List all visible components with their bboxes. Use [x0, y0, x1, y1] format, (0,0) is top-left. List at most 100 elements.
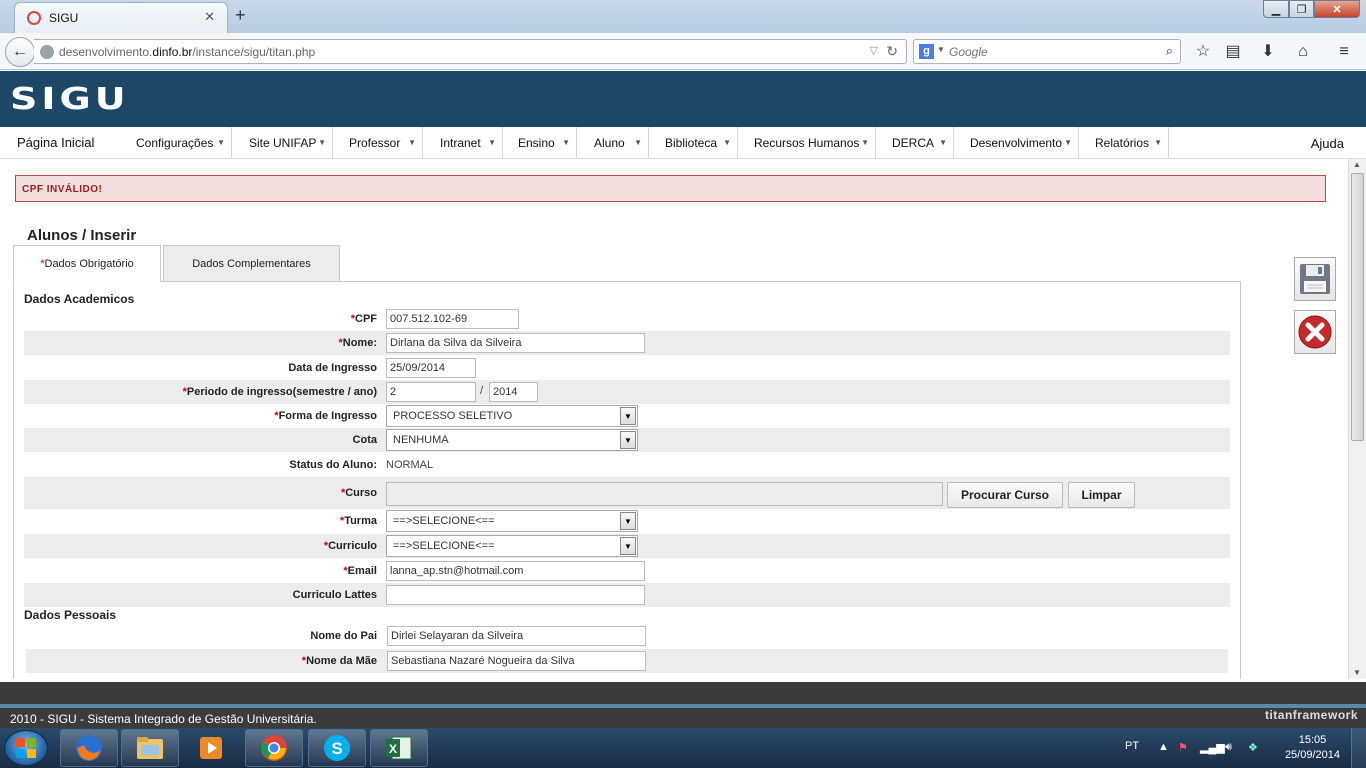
menu-item-aluno[interactable]: Aluno ▼ — [577, 127, 649, 158]
page-scrollbar[interactable]: ▲ ▼ — [1348, 159, 1366, 679]
menu-item-relatorios[interactable]: Relatórios ▼ — [1079, 127, 1169, 158]
minimize-icon[interactable]: ▁ — [1263, 0, 1289, 18]
floppy-disk-icon — [1300, 264, 1330, 294]
tab-close-icon[interactable]: ✕ — [204, 9, 215, 25]
curriculo-lattes-field[interactable] — [386, 585, 645, 605]
page-content: CPF INVÁLIDO! Alunos / Inserir * Dados Ob… — [0, 159, 1348, 679]
reload-icon[interactable]: ↻ — [886, 43, 898, 60]
menu-item-intranet[interactable]: Intranet ▼ — [423, 127, 503, 158]
cota-label: Cota — [352, 434, 377, 446]
cota-select[interactable]: NENHUMA ▼ — [386, 429, 638, 451]
curriculo-select[interactable]: ==>SELECIONE<== ▼ — [386, 535, 638, 557]
save-button[interactable] — [1294, 257, 1336, 301]
browser-nav-bar: ← desenvolvimento.dinfo.br/instance/sigu… — [0, 33, 1366, 70]
new-tab-icon[interactable]: + — [235, 5, 246, 26]
chevron-down-icon[interactable]: ▼ — [620, 512, 636, 530]
back-arrow-icon: ← — [12, 43, 28, 60]
search-bar[interactable]: g ▼ ⌕ — [913, 39, 1181, 64]
row-turma: *Turma ==>SELECIONE<== ▼ — [24, 509, 1230, 533]
tab-dados-obrigatorio[interactable]: * Dados Obrigatório — [13, 245, 161, 282]
menu-item-biblioteca[interactable]: Biblioteca ▼ — [649, 127, 738, 158]
chevron-down-icon[interactable]: ▼ — [620, 431, 636, 449]
procurar-curso-button[interactable]: Procurar Curso — [947, 482, 1063, 508]
signal-icon[interactable]: ▂▄▆ — [1200, 741, 1225, 754]
folder-icon — [137, 737, 163, 759]
menu-item-ensino[interactable]: Ensino ▼ — [503, 127, 577, 158]
show-desktop-button[interactable] — [1351, 728, 1366, 768]
forma-ingresso-label: *Forma de Ingresso — [274, 410, 377, 422]
menu-item-professor[interactable]: Professor ▼ — [333, 127, 423, 158]
address-bar[interactable]: desenvolvimento.dinfo.br/instance/sigu/t… — [34, 39, 907, 64]
menu-item-derca[interactable]: DERCA ▼ — [876, 127, 954, 158]
tab-dados-complementares[interactable]: Dados Complementares — [163, 245, 340, 282]
main-menu: Página Inicial Configurações ▼ Site UNIFA… — [0, 127, 1366, 159]
menu-item-ajuda[interactable]: Ajuda — [1311, 136, 1344, 151]
turma-select[interactable]: ==>SELECIONE<== ▼ — [386, 510, 638, 532]
periodo-semestre-field[interactable] — [386, 382, 476, 402]
chevron-down-icon: ▼ — [634, 138, 642, 147]
nome-mae-field[interactable] — [387, 651, 646, 671]
engine-dropdown-icon[interactable]: ▼ — [937, 45, 945, 54]
download-icon[interactable]: ⬇ — [1257, 41, 1279, 63]
row-nome-pai: Nome do Pai — [24, 624, 1230, 648]
site-favicon-icon — [27, 11, 41, 25]
limpar-button[interactable]: Limpar — [1068, 482, 1135, 508]
network-warning-icon[interactable]: ⚑ — [1178, 741, 1188, 754]
menu-item-site-unifap[interactable]: Site UNIFAP ▼ — [232, 127, 333, 158]
back-button[interactable]: ← — [5, 37, 35, 67]
data-ingresso-field[interactable] — [386, 358, 476, 378]
home-icon[interactable]: ⌂ — [1292, 41, 1314, 63]
browser-tab[interactable]: SIGU ✕ — [14, 2, 228, 33]
email-label: *Email — [343, 565, 377, 577]
menu-item-configuracoes[interactable]: Configurações ▼ — [118, 127, 232, 158]
periodo-ano-field[interactable] — [489, 382, 538, 402]
taskbar-explorer[interactable] — [121, 729, 179, 767]
menu-item-desenvolvimento[interactable]: Desenvolvimento ▼ — [954, 127, 1079, 158]
google-icon[interactable]: g — [919, 44, 934, 59]
footer-text: 2010 - SIGU - Sistema Integrado de Gestã… — [10, 712, 317, 726]
window-controls: ▁ ❐ ✕ — [1263, 0, 1360, 19]
status-value: NORMAL — [386, 459, 434, 471]
taskbar-skype[interactable]: S — [308, 729, 366, 767]
window-close-icon[interactable]: ✕ — [1314, 0, 1360, 18]
bookmarks-list-icon[interactable]: ▤ — [1222, 41, 1244, 63]
system-clock[interactable]: 15:05 25/09/2014 — [1285, 733, 1340, 763]
forma-ingresso-select[interactable]: PROCESSO SELETIVO ▼ — [386, 405, 638, 427]
email-field[interactable] — [386, 561, 645, 581]
menu-item-recursos-humanos[interactable]: Recursos Humanos ▼ — [738, 127, 876, 158]
chevron-down-icon: ▼ — [562, 138, 570, 147]
svg-text:X: X — [389, 742, 397, 756]
url-dropdown-icon[interactable]: ▽ — [870, 44, 878, 57]
chevron-down-icon[interactable]: ▼ — [620, 537, 636, 555]
taskbar-excel[interactable]: X — [370, 729, 428, 767]
language-indicator[interactable]: PT — [1125, 740, 1139, 752]
menu-item-home[interactable]: Página Inicial — [0, 127, 118, 158]
scroll-up-icon[interactable]: ▲ — [1353, 160, 1361, 169]
curso-field[interactable] — [386, 482, 943, 506]
dropbox-icon[interactable]: ❖ — [1248, 741, 1258, 754]
scrollbar-thumb[interactable] — [1351, 173, 1364, 441]
nome-pai-field[interactable] — [387, 626, 646, 646]
taskbar-chrome[interactable] — [245, 729, 303, 767]
excel-icon: X — [386, 736, 412, 760]
sigu-logo[interactable]: SIGU — [10, 81, 130, 116]
nome-mae-label: *Nome da Mãe — [301, 655, 377, 667]
search-icon[interactable]: ⌕ — [1166, 43, 1173, 59]
scroll-down-icon[interactable]: ▼ — [1353, 668, 1361, 677]
start-button[interactable] — [4, 730, 48, 766]
titan-framework-logo[interactable]: titanframework — [1265, 708, 1358, 722]
volume-icon[interactable]: 🔊︎ — [1225, 741, 1232, 754]
chevron-down-icon[interactable]: ▼ — [620, 407, 636, 425]
search-input[interactable] — [949, 43, 1149, 60]
periodo-label: *Periodo de ingresso(semestre / ano) — [182, 386, 377, 398]
cpf-field[interactable] — [386, 309, 519, 329]
bookmark-star-icon[interactable]: ☆ — [1192, 41, 1214, 63]
show-hidden-icons-icon[interactable]: ▲ — [1158, 741, 1169, 753]
nome-field[interactable] — [386, 333, 645, 353]
taskbar-firefox[interactable] — [60, 729, 118, 767]
cancel-button[interactable] — [1294, 310, 1336, 354]
menu-icon[interactable]: ≡ — [1333, 41, 1355, 63]
browser-tab-bar: SIGU ✕ + ▁ ❐ ✕ — [0, 0, 1366, 33]
maximize-icon[interactable]: ❐ — [1289, 0, 1314, 18]
taskbar-media-player[interactable] — [182, 729, 240, 767]
